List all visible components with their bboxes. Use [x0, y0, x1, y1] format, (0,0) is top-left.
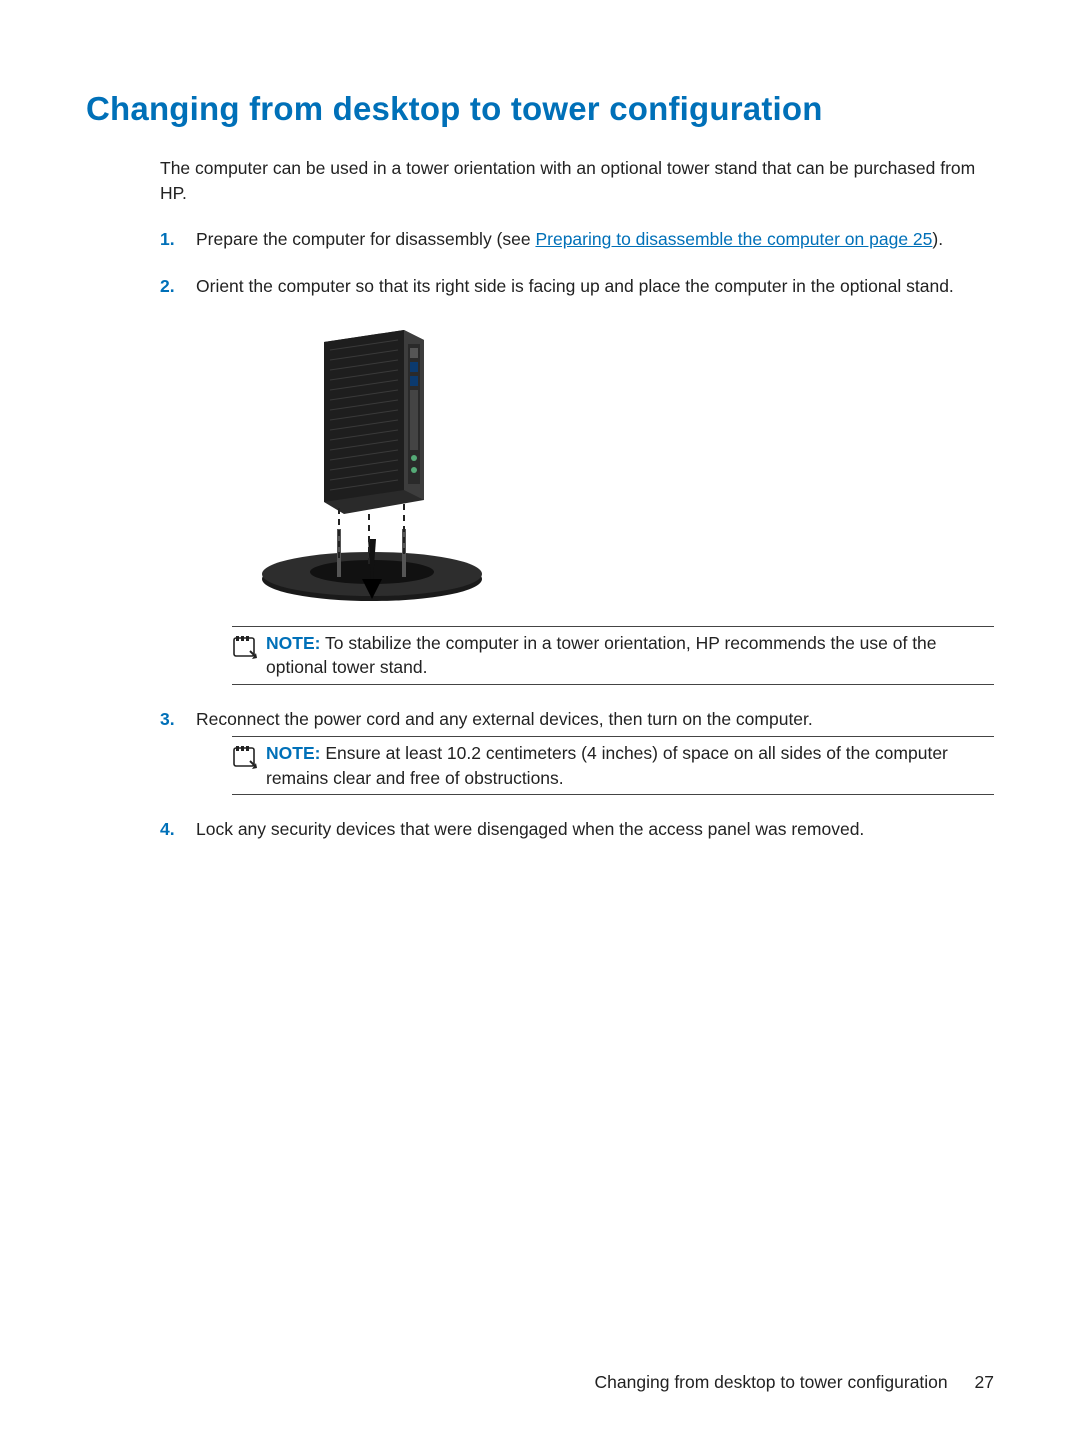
note-icon: [232, 745, 258, 771]
step-4-text: Lock any security devices that were dise…: [196, 819, 864, 839]
step-1-text-after: ).: [932, 229, 943, 249]
step-3: 3. Reconnect the power cord and any exte…: [160, 707, 994, 795]
step-2-text: Orient the computer so that its right si…: [196, 276, 954, 296]
note-stabilize: NOTE: To stabilize the computer in a tow…: [232, 626, 994, 685]
xref-preparing-disassemble[interactable]: Preparing to disassemble the computer on…: [535, 229, 932, 249]
note-clearance: NOTE: Ensure at least 10.2 centimeters (…: [232, 736, 994, 795]
step-number: 1.: [160, 227, 175, 252]
page-heading: Changing from desktop to tower configura…: [86, 90, 994, 128]
intro-paragraph: The computer can be used in a tower orie…: [160, 156, 994, 205]
step-3-text: Reconnect the power cord and any externa…: [196, 709, 813, 729]
note-clearance-text: Ensure at least 10.2 centimeters (4 inch…: [266, 743, 948, 788]
step-number: 4.: [160, 817, 175, 842]
step-2: 2. Orient the computer so that its right…: [160, 274, 994, 684]
page-footer: Changing from desktop to tower configura…: [595, 1372, 994, 1393]
page-number: 27: [975, 1372, 994, 1393]
note-stabilize-text: To stabilize the computer in a tower ori…: [266, 633, 937, 678]
footer-title: Changing from desktop to tower configura…: [595, 1372, 948, 1392]
note-label: NOTE:: [266, 633, 320, 653]
step-number: 3.: [160, 707, 175, 732]
note-icon: [232, 635, 258, 661]
step-1-text-before: Prepare the computer for disassembly (se…: [196, 229, 535, 249]
step-number: 2.: [160, 274, 175, 299]
figure-tower-stand: [232, 324, 512, 604]
step-1: 1. Prepare the computer for disassembly …: [160, 227, 994, 252]
step-4: 4. Lock any security devices that were d…: [160, 817, 994, 842]
step-list: 1. Prepare the computer for disassembly …: [160, 227, 994, 843]
tower-stand-illustration: [232, 324, 512, 604]
note-label: NOTE:: [266, 743, 320, 763]
